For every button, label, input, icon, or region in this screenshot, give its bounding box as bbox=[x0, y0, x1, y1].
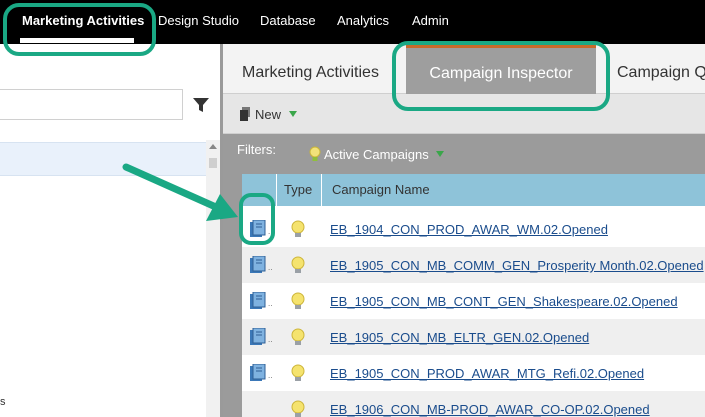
table-row[interactable]: .. EB_1905_CON_MB_ELTR_GEN.02.Opened bbox=[242, 319, 705, 355]
nav-analytics[interactable]: Analytics bbox=[337, 0, 389, 44]
row-menu-dots[interactable]: .. bbox=[268, 335, 272, 344]
tree-search-input[interactable] bbox=[0, 89, 183, 120]
scroll-thumb[interactable] bbox=[209, 158, 217, 168]
chevron-down-icon bbox=[435, 151, 444, 157]
document-stack-icon bbox=[240, 107, 250, 121]
tree-item-fragment[interactable]: s bbox=[0, 396, 6, 408]
nav-design-studio[interactable]: Design Studio bbox=[158, 0, 239, 44]
callout-row-icon bbox=[239, 193, 275, 245]
table-row[interactable]: .. EB_1905_CON_PROD_AWAR_MTG_Refi.02.Ope… bbox=[242, 355, 705, 391]
callout-tab-campaign-inspector bbox=[392, 41, 610, 111]
campaign-link[interactable]: EB_1904_CON_PROD_AWAR_WM.02.Opened bbox=[330, 222, 608, 237]
lightbulb-icon bbox=[291, 220, 305, 237]
tab-marketing-activities[interactable]: Marketing Activities bbox=[242, 44, 379, 94]
filters-bar: Filters: Active Campaigns bbox=[223, 134, 705, 174]
table-row[interactable]: .. EB_1904_CON_PROD_AWAR_WM.02.Opened bbox=[242, 211, 705, 247]
nav-database[interactable]: Database bbox=[260, 0, 316, 44]
tree-selected-item[interactable] bbox=[0, 142, 206, 176]
table-row[interactable]: .. EB_1905_CON_MB_COMM_GEN_Prosperity Mo… bbox=[242, 247, 705, 283]
lightbulb-icon bbox=[291, 292, 305, 309]
filters-label: Filters: bbox=[237, 142, 276, 157]
chevron-down-icon bbox=[289, 111, 298, 117]
new-button-label: New bbox=[255, 106, 282, 122]
campaign-grid: Type Campaign Name .. EB_1904_CON_PROD_A… bbox=[223, 174, 705, 417]
left-scrollbar[interactable] bbox=[206, 140, 220, 417]
nav-admin[interactable]: Admin bbox=[412, 0, 449, 44]
tab-campaign-q[interactable]: Campaign Q bbox=[617, 44, 705, 94]
campaign-book-icon[interactable] bbox=[250, 256, 266, 274]
campaign-link[interactable]: EB_1905_CON_MB_COMM_GEN_Prosperity Month… bbox=[330, 258, 704, 273]
table-row[interactable]: EB_1906_CON_MB-PROD_AWAR_CO-OP.02.Opened bbox=[242, 391, 705, 417]
row-menu-dots[interactable]: .. bbox=[268, 371, 272, 380]
campaign-book-icon[interactable] bbox=[250, 364, 266, 382]
funnel-icon[interactable] bbox=[192, 96, 210, 114]
active-filter-label: Active Campaigns bbox=[324, 146, 429, 162]
campaign-book-icon[interactable] bbox=[250, 328, 266, 346]
active-campaigns-filter[interactable]: Active Campaigns bbox=[309, 146, 444, 162]
lightbulb-icon bbox=[291, 364, 305, 381]
lightbulb-icon bbox=[291, 400, 305, 417]
lightbulb-icon bbox=[309, 146, 321, 161]
lightbulb-icon bbox=[291, 328, 305, 345]
campaign-link[interactable]: EB_1905_CON_MB_CONT_GEN_Shakespeare.02.O… bbox=[330, 294, 678, 309]
grid-header: Type Campaign Name bbox=[242, 174, 705, 206]
lightbulb-icon bbox=[291, 256, 305, 273]
left-panel: s bbox=[0, 44, 221, 417]
row-menu-dots[interactable]: .. bbox=[268, 299, 272, 308]
callout-nav-marketing-activities bbox=[3, 3, 156, 56]
row-menu-dots[interactable]: .. bbox=[268, 263, 272, 272]
new-button[interactable]: New bbox=[239, 105, 298, 123]
campaign-book-icon[interactable] bbox=[250, 292, 266, 310]
table-row[interactable]: .. EB_1905_CON_MB_CONT_GEN_Shakespeare.0… bbox=[242, 283, 705, 319]
campaign-link[interactable]: EB_1906_CON_MB-PROD_AWAR_CO-OP.02.Opened bbox=[330, 402, 650, 417]
column-campaign-name[interactable]: Campaign Name bbox=[321, 174, 430, 206]
campaign-link[interactable]: EB_1905_CON_PROD_AWAR_MTG_Refi.02.Opened bbox=[330, 366, 644, 381]
campaign-link[interactable]: EB_1905_CON_MB_ELTR_GEN.02.Opened bbox=[330, 330, 589, 345]
scroll-up-icon[interactable] bbox=[209, 144, 217, 149]
